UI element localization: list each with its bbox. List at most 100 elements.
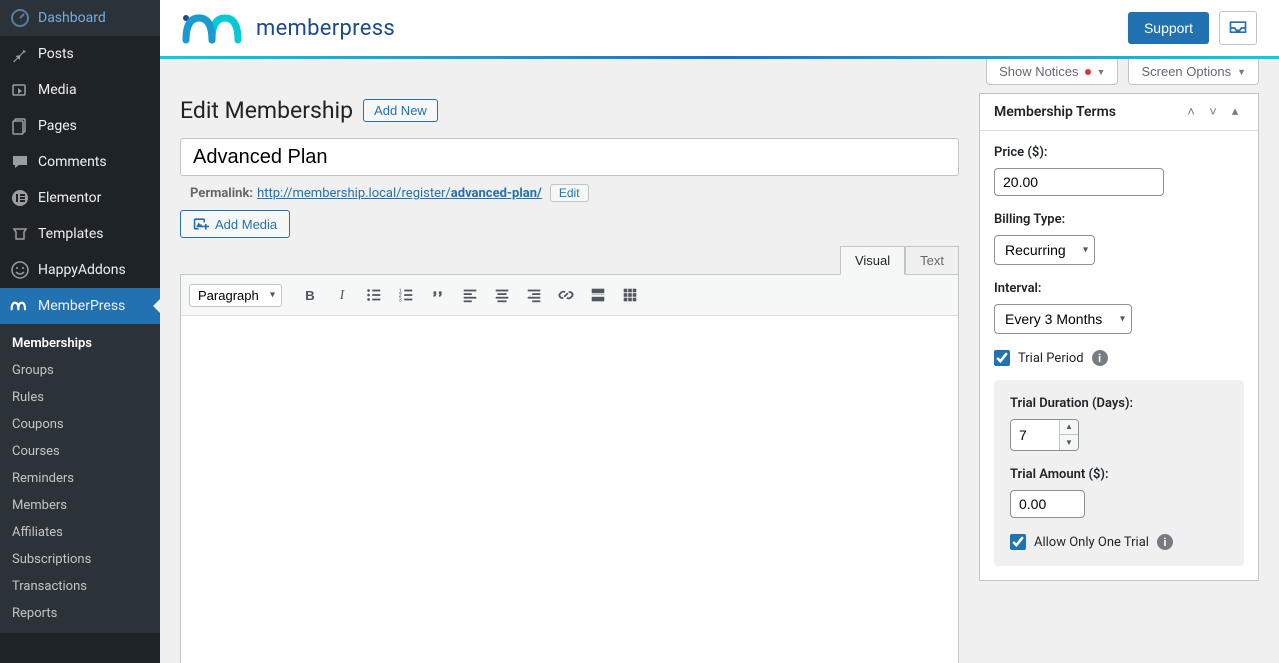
sidebar-item-dashboard[interactable]: Dashboard [0,0,160,36]
templates-icon [10,224,30,244]
billing-type-select[interactable]: Recurring [994,235,1095,265]
add-media-label: Add Media [215,217,277,232]
allow-one-trial-label: Allow Only One Trial [1034,535,1149,550]
elementor-icon [10,188,30,208]
trial-duration-input[interactable] [1011,420,1059,450]
trial-period-label: Trial Period [1018,351,1084,366]
toggle-panel-icon[interactable]: ▴ [1226,104,1244,120]
brand-name: memberpress [256,16,395,41]
stepper-up-button[interactable]: ▲ [1060,420,1078,435]
interval-select[interactable]: Every 3 Months [994,304,1132,334]
trial-settings-box: Trial Duration (Days): ▲ ▼ Trial Amount … [994,380,1244,566]
sidebar-item-comments[interactable]: Comments [0,144,160,180]
media-icon [10,80,30,100]
italic-button[interactable]: I [328,281,356,309]
trial-duration-label: Trial Duration (Days): [1010,396,1228,411]
add-new-button[interactable]: Add New [363,99,438,122]
stepper-down-button[interactable]: ▼ [1060,435,1078,450]
main-content: memberpress Support Show Notices ▼ Scree… [160,0,1279,663]
align-right-button[interactable] [520,281,548,309]
edit-permalink-button[interactable]: Edit [550,184,589,202]
editor: Paragraph B I 123 [180,274,959,663]
allow-one-trial-checkbox[interactable] [1010,534,1026,550]
link-button[interactable] [552,281,580,309]
sidebar-item-label: Media [38,82,77,98]
read-more-button[interactable] [584,281,612,309]
trial-amount-input[interactable] [1010,490,1085,518]
submenu-memberships[interactable]: Memberships [0,330,160,357]
submenu-reminders[interactable]: Reminders [0,465,160,492]
blockquote-button[interactable] [424,281,452,309]
info-icon[interactable]: i [1092,350,1108,366]
sidebar-item-memberpress[interactable]: MemberPress [0,288,160,324]
add-media-button[interactable]: Add Media [180,210,290,238]
comments-icon [10,152,30,172]
sidebar-item-label: Dashboard [38,10,106,26]
sidebar-item-media[interactable]: Media [0,72,160,108]
support-button[interactable]: Support [1128,12,1209,44]
bulleted-list-button[interactable] [360,281,388,309]
memberpress-mark-icon [182,10,242,46]
align-left-button[interactable] [456,281,484,309]
paragraph-select[interactable]: Paragraph [189,284,282,307]
inbox-button[interactable] [1219,11,1257,45]
visual-tab[interactable]: Visual [840,246,905,275]
membership-title-input[interactable] [180,138,959,176]
toolbar-toggle-button[interactable] [616,281,644,309]
submenu-transactions[interactable]: Transactions [0,573,160,600]
submenu-courses[interactable]: Courses [0,438,160,465]
numbered-list-button[interactable]: 123 [392,281,420,309]
sidebar-item-label: Elementor [38,190,101,206]
submenu-subscriptions[interactable]: Subscriptions [0,546,160,573]
bold-button[interactable]: B [296,281,324,309]
sidebar-item-posts[interactable]: Posts [0,36,160,72]
brand-bar: memberpress Support [160,0,1279,59]
notice-dot-icon [1085,69,1091,75]
sidebar-item-elementor[interactable]: Elementor [0,180,160,216]
permalink-row: Permalink: http://membership.local/regis… [180,176,959,210]
pin-icon [10,44,30,64]
happy-icon [10,260,30,280]
inbox-icon [1228,18,1248,38]
svg-text:3: 3 [399,297,402,303]
brand-logo: memberpress [182,10,395,46]
sidebar-item-templates[interactable]: Templates [0,216,160,252]
trial-period-checkbox[interactable] [994,350,1010,366]
submenu-members[interactable]: Members [0,492,160,519]
sidebar-item-label: Templates [38,226,104,242]
trial-amount-label: Trial Amount ($): [1010,467,1228,482]
show-notices-button[interactable]: Show Notices ▼ [986,59,1118,85]
permalink-label: Permalink: [190,186,253,201]
submenu-affiliates[interactable]: Affiliates [0,519,160,546]
show-notices-label: Show Notices [999,64,1078,79]
sidebar-item-label: Comments [38,154,107,170]
align-center-button[interactable] [488,281,516,309]
submenu-rules[interactable]: Rules [0,384,160,411]
screen-meta: Show Notices ▼ Screen Options ▼ [160,59,1279,85]
membership-terms-panel: Membership Terms ˄ ˅ ▴ Price ($): Billin… [979,93,1259,581]
sidebar-item-label: Posts [38,46,74,62]
sidebar-item-happyaddons[interactable]: HappyAddons [0,252,160,288]
submenu-groups[interactable]: Groups [0,357,160,384]
sidebar-submenu: Memberships Groups Rules Coupons Courses… [0,324,160,633]
submenu-coupons[interactable]: Coupons [0,411,160,438]
memberpress-icon [10,296,30,316]
price-label: Price ($): [994,145,1244,160]
price-input[interactable] [994,168,1164,196]
submenu-reports[interactable]: Reports [0,600,160,627]
permalink-link[interactable]: http://membership.local/register/advance… [257,186,542,201]
chevron-down-icon: ▼ [1097,67,1106,77]
pages-icon [10,116,30,136]
page-title: Edit Membership [180,97,353,124]
move-up-icon[interactable]: ˄ [1182,104,1200,120]
interval-label: Interval: [994,281,1244,296]
editor-toolbar: Paragraph B I 123 [181,275,958,316]
screen-options-label: Screen Options [1141,64,1231,79]
sidebar-item-pages[interactable]: Pages [0,108,160,144]
billing-type-label: Billing Type: [994,212,1244,227]
move-down-icon[interactable]: ˅ [1204,104,1222,120]
info-icon[interactable]: i [1157,534,1173,550]
text-tab[interactable]: Text [905,246,959,275]
editor-body[interactable] [181,316,958,663]
screen-options-button[interactable]: Screen Options ▼ [1128,59,1259,85]
